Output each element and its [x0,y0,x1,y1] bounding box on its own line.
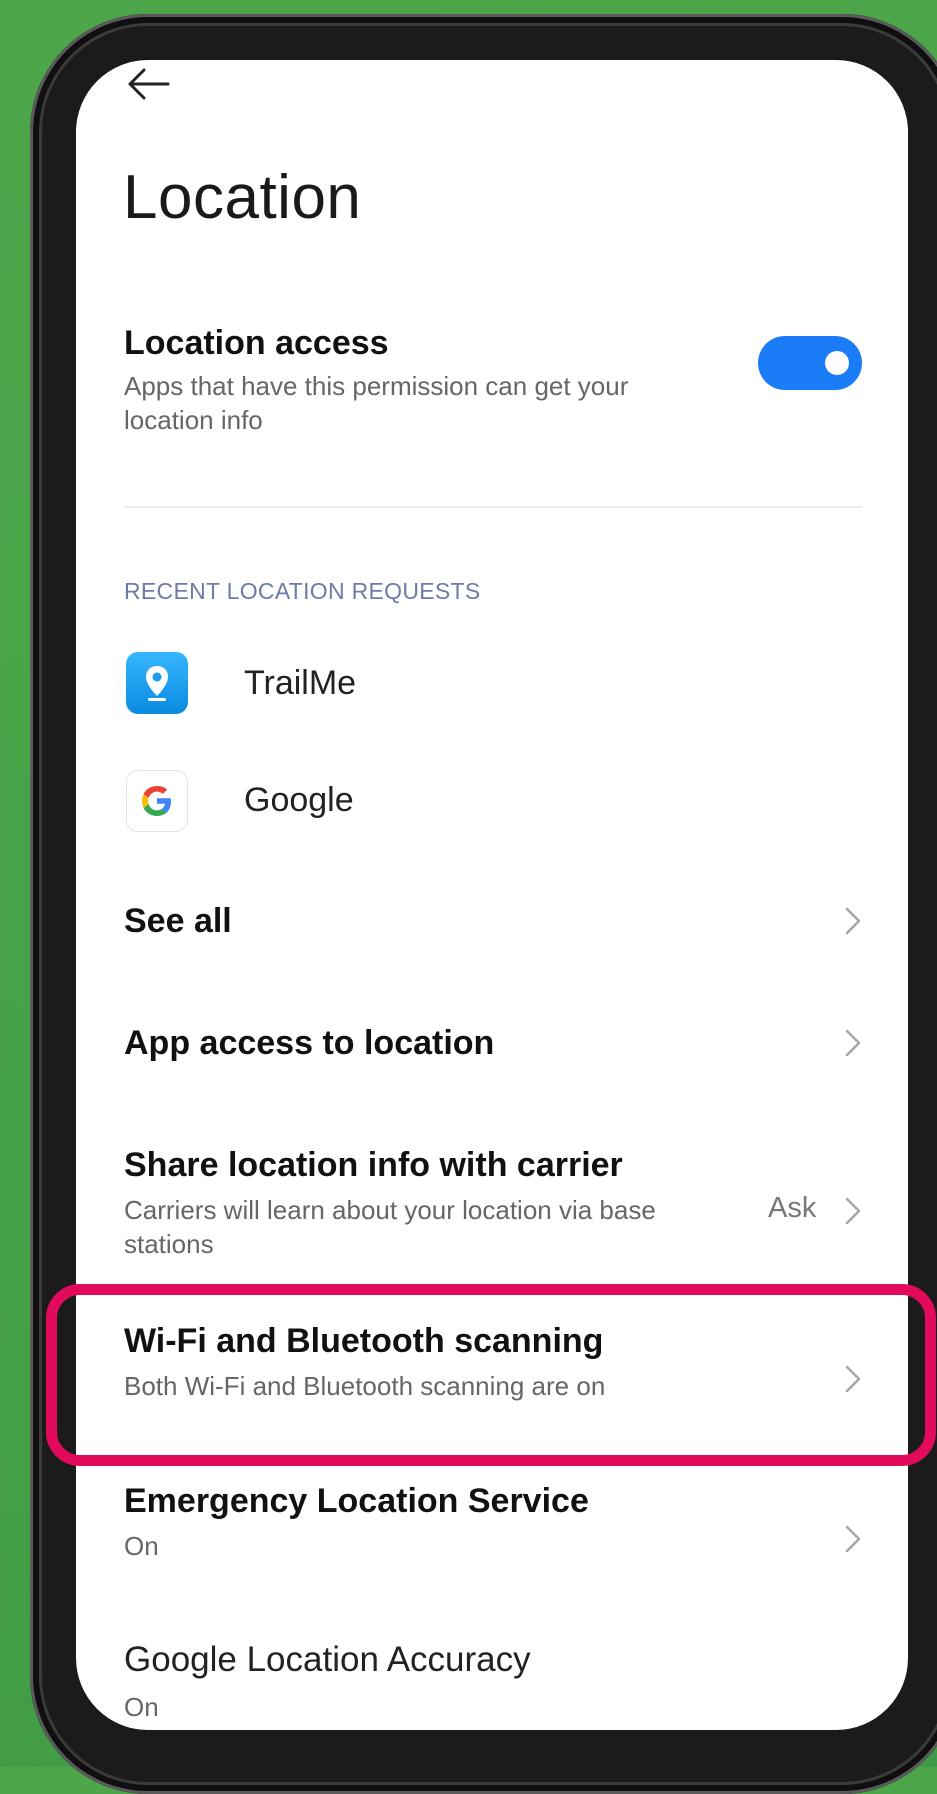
back-arrow-icon[interactable] [126,62,172,106]
google-location-accuracy-title: Google Location Accuracy [124,1640,531,1679]
google-g-icon [126,770,188,832]
location-access-toggle[interactable] [758,336,862,390]
app-access-row[interactable]: App access to location [124,1024,862,1084]
highlight-box [46,1284,936,1466]
app-name-google[interactable]: Google [244,781,354,820]
toggle-knob [825,351,849,375]
location-access-subtitle-1: Apps that have this permission can get y… [124,371,629,401]
see-all-title: See all [124,902,232,940]
emergency-location-row[interactable]: Emergency Location Service On [124,1482,804,1563]
share-carrier-title: Share location info with carrier [124,1146,623,1184]
page-title: Location [123,163,362,232]
share-carrier-value: Ask [768,1192,817,1224]
google-location-accuracy-subtitle: On [124,1692,159,1722]
chevron-right-icon [844,906,862,936]
emergency-location-title: Emergency Location Service [124,1482,589,1520]
chevron-right-icon [844,1196,862,1226]
location-access-row[interactable]: Location access Apps that have this perm… [124,324,744,437]
share-carrier-subtitle-1: Carriers will learn about your location … [124,1195,656,1225]
emergency-location-subtitle: On [124,1531,159,1561]
app-name-trailme[interactable]: TrailMe [244,664,356,703]
chevron-right-icon [844,1524,862,1554]
app-access-title: App access to location [124,1024,495,1062]
location-access-title: Location access [124,324,389,362]
share-carrier-subtitle-2: stations [124,1229,214,1259]
screen: Location Location access Apps that have … [76,60,908,1730]
location-pin-icon [126,652,188,714]
divider [124,506,862,508]
chevron-right-icon [844,1028,862,1058]
location-access-subtitle-2: location info [124,405,263,435]
see-all-row[interactable]: See all [124,902,862,962]
share-carrier-row[interactable]: Share location info with carrier Carrier… [124,1146,754,1261]
google-location-accuracy-row[interactable]: Google Location Accuracy On [124,1640,804,1724]
recent-requests-header: RECENT LOCATION REQUESTS [124,578,481,604]
